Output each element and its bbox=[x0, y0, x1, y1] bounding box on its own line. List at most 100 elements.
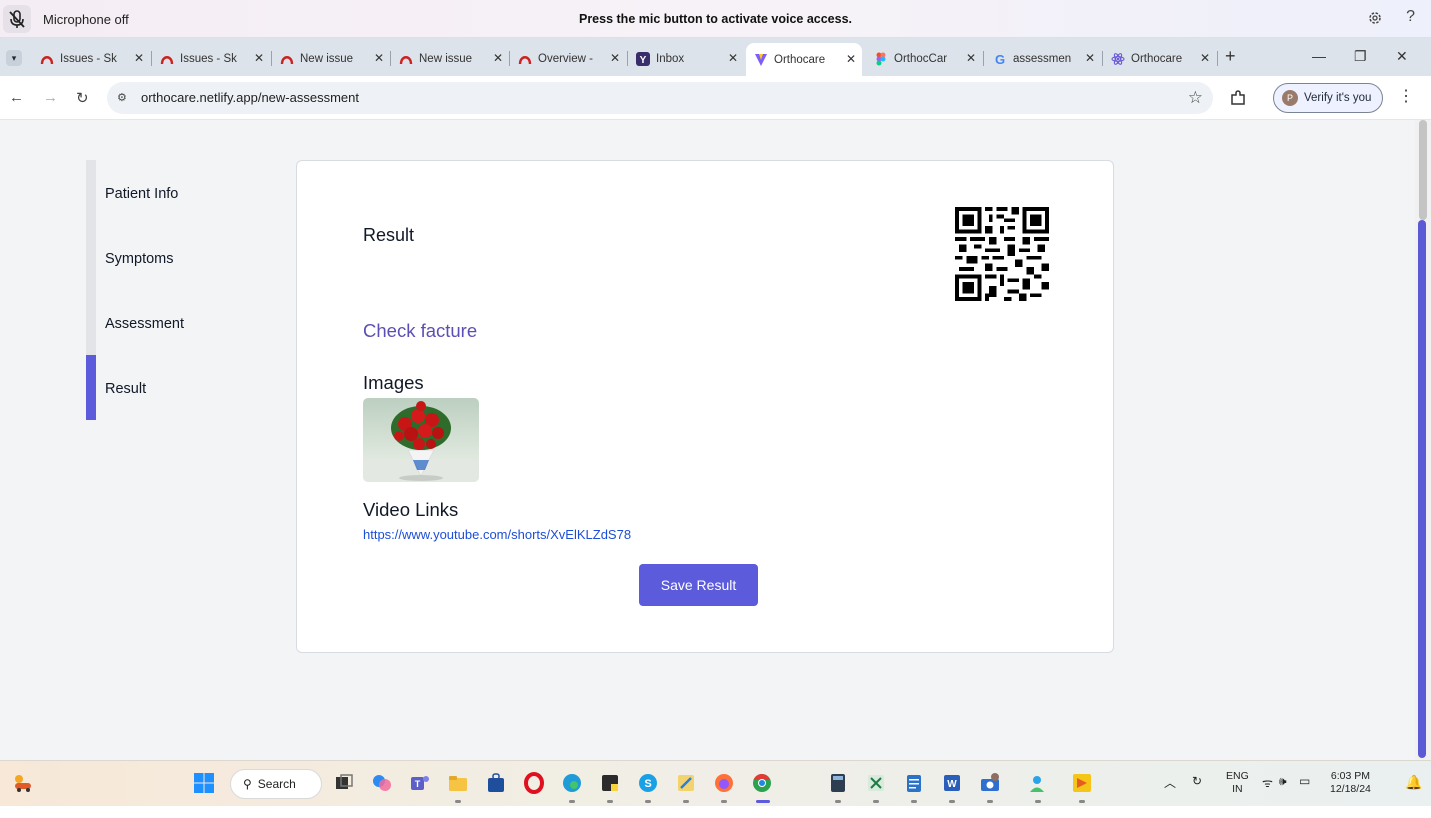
result-card: Result Check facture Images Video Links … bbox=[296, 160, 1114, 653]
address-bar[interactable]: ⚙ orthocare.netlify.app/new-assessment ☆ bbox=[107, 82, 1213, 114]
tab-issues-1[interactable]: Issues - Sk ✕ bbox=[32, 45, 150, 72]
taskbar: ⚲ Search T S W ︿ ↻ ENG IN ᯤ 🕪 ▭ 6:03 PM … bbox=[0, 760, 1431, 806]
verify-profile-button[interactable]: P Verify it's you bbox=[1273, 83, 1383, 113]
voice-access-message: Press the mic button to activate voice a… bbox=[578, 12, 853, 26]
network-status-icon[interactable]: ↻ bbox=[1192, 774, 1202, 788]
running-indicator bbox=[645, 800, 651, 803]
tab-orthocare-2[interactable]: Orthocare ✕ bbox=[1103, 45, 1216, 72]
restore-button[interactable]: ❐ bbox=[1354, 48, 1367, 65]
clock-time: 6:03 PM bbox=[1330, 770, 1370, 782]
lang-line-1: ENG bbox=[1226, 770, 1249, 782]
step-result[interactable]: Result bbox=[105, 381, 146, 397]
tab-title: Orthocare bbox=[774, 53, 826, 66]
svg-text:G: G bbox=[995, 52, 1005, 66]
close-icon[interactable]: ✕ bbox=[134, 51, 144, 65]
tab-orthoccar[interactable]: OrthocCar ✕ bbox=[866, 45, 982, 72]
paint-app-icon[interactable] bbox=[675, 772, 697, 794]
windows-start-icon[interactable] bbox=[193, 772, 215, 794]
camera-app-icon[interactable] bbox=[979, 772, 1001, 794]
calculator-icon[interactable] bbox=[827, 772, 849, 794]
microsoft-store-icon[interactable] bbox=[485, 772, 507, 794]
qr-code bbox=[955, 207, 1049, 301]
video-link[interactable]: https://www.youtube.com/shorts/XvElKLZdS… bbox=[363, 527, 631, 542]
word-icon[interactable]: W bbox=[941, 772, 963, 794]
help-button[interactable]: ? bbox=[1406, 8, 1415, 26]
copilot-icon[interactable] bbox=[371, 772, 393, 794]
step-symptoms[interactable]: Symptoms bbox=[105, 251, 174, 267]
volume-icon[interactable]: 🕪 bbox=[1279, 774, 1287, 789]
tab-title: assessmen bbox=[1013, 52, 1072, 65]
uploaded-image-thumbnail[interactable] bbox=[363, 398, 479, 482]
gear-icon[interactable] bbox=[1367, 10, 1383, 26]
chevron-down-icon: ▾ bbox=[11, 53, 17, 63]
reload-button[interactable]: ↻ bbox=[76, 89, 89, 107]
excel-icon[interactable] bbox=[865, 772, 887, 794]
check-fracture-link[interactable]: Check facture bbox=[363, 320, 477, 342]
scrollbar-thumb[interactable] bbox=[1418, 220, 1426, 758]
back-button[interactable]: ← bbox=[9, 89, 24, 106]
input-language-indicator[interactable]: ENG IN bbox=[1226, 770, 1249, 796]
tab-orthocare-active[interactable]: Orthocare ✕ bbox=[746, 43, 862, 76]
tab-search-button[interactable]: ▾ bbox=[6, 50, 22, 66]
clock-date: 12/18/24 bbox=[1330, 783, 1371, 795]
tab-new-issue-1[interactable]: New issue ✕ bbox=[272, 45, 390, 72]
battery-icon[interactable]: ▭ bbox=[1299, 774, 1310, 788]
file-explorer-icon[interactable] bbox=[447, 772, 469, 794]
page-scrollbar[interactable] bbox=[1415, 120, 1431, 760]
close-icon[interactable]: ✕ bbox=[728, 51, 738, 65]
voice-access-icon[interactable] bbox=[1027, 772, 1049, 794]
tab-separator bbox=[1217, 51, 1218, 66]
tab-assessment-search[interactable]: G assessmen ✕ bbox=[985, 45, 1101, 72]
forward-button[interactable]: → bbox=[43, 89, 58, 106]
chrome-icon[interactable] bbox=[751, 772, 773, 794]
minimize-button[interactable]: — bbox=[1312, 48, 1326, 64]
close-window-button[interactable]: ✕ bbox=[1396, 48, 1408, 65]
firefox-icon[interactable] bbox=[713, 772, 735, 794]
notifications-bell-icon[interactable]: 🔔 bbox=[1405, 774, 1422, 791]
close-icon[interactable]: ✕ bbox=[1200, 51, 1210, 65]
save-result-button[interactable]: Save Result bbox=[639, 564, 758, 606]
running-indicator bbox=[911, 800, 917, 803]
running-indicator bbox=[607, 800, 613, 803]
tab-issues-2[interactable]: Issues - Sk ✕ bbox=[152, 45, 270, 72]
new-tab-button[interactable]: + bbox=[1225, 46, 1236, 67]
tab-title: New issue bbox=[300, 52, 354, 65]
search-label: Search bbox=[257, 777, 296, 791]
opera-icon[interactable] bbox=[523, 772, 545, 794]
edge-icon[interactable] bbox=[561, 772, 583, 794]
close-icon[interactable]: ✕ bbox=[493, 51, 503, 65]
sticky-notes-icon[interactable] bbox=[599, 772, 621, 794]
extensions-icon[interactable] bbox=[1229, 89, 1247, 107]
teams-icon[interactable]: T bbox=[409, 772, 431, 794]
clock[interactable]: 6:03 PM 12/18/24 bbox=[1330, 770, 1371, 796]
close-icon[interactable]: ✕ bbox=[846, 52, 856, 66]
site-info-icon[interactable]: ⚙ bbox=[117, 91, 127, 104]
step-assessment[interactable]: Assessment bbox=[105, 316, 184, 332]
notepad-icon[interactable] bbox=[903, 772, 925, 794]
tab-overview[interactable]: Overview - ✕ bbox=[510, 45, 626, 72]
tab-title: Overview - bbox=[538, 52, 593, 65]
close-icon[interactable]: ✕ bbox=[966, 51, 976, 65]
show-hidden-icons-chevron[interactable]: ︿ bbox=[1164, 774, 1176, 791]
task-view-icon[interactable] bbox=[333, 772, 355, 794]
app-arc-icon bbox=[399, 55, 413, 64]
bookmark-star-icon[interactable]: ☆ bbox=[1188, 88, 1203, 108]
close-icon[interactable]: ✕ bbox=[610, 51, 620, 65]
taskbar-search[interactable]: ⚲ Search bbox=[230, 769, 322, 799]
close-icon[interactable]: ✕ bbox=[374, 51, 384, 65]
close-icon[interactable]: ✕ bbox=[254, 51, 264, 65]
skype-icon[interactable]: S bbox=[637, 772, 659, 794]
app-arc-icon bbox=[518, 55, 532, 64]
tab-title: Issues - Sk bbox=[180, 52, 237, 65]
power-automate-icon[interactable] bbox=[1071, 772, 1093, 794]
active-app-indicator bbox=[756, 800, 770, 803]
tab-new-issue-2[interactable]: New issue ✕ bbox=[391, 45, 509, 72]
tab-inbox[interactable]: Y Inbox ✕ bbox=[628, 45, 744, 72]
weather-widget-icon[interactable] bbox=[12, 772, 34, 794]
running-indicator bbox=[455, 800, 461, 803]
figma-icon bbox=[876, 52, 886, 65]
more-menu-icon[interactable]: ⋮ bbox=[1398, 86, 1414, 106]
wifi-icon[interactable]: ᯤ bbox=[1262, 774, 1273, 791]
close-icon[interactable]: ✕ bbox=[1085, 51, 1095, 65]
step-patient-info[interactable]: Patient Info bbox=[105, 186, 178, 202]
